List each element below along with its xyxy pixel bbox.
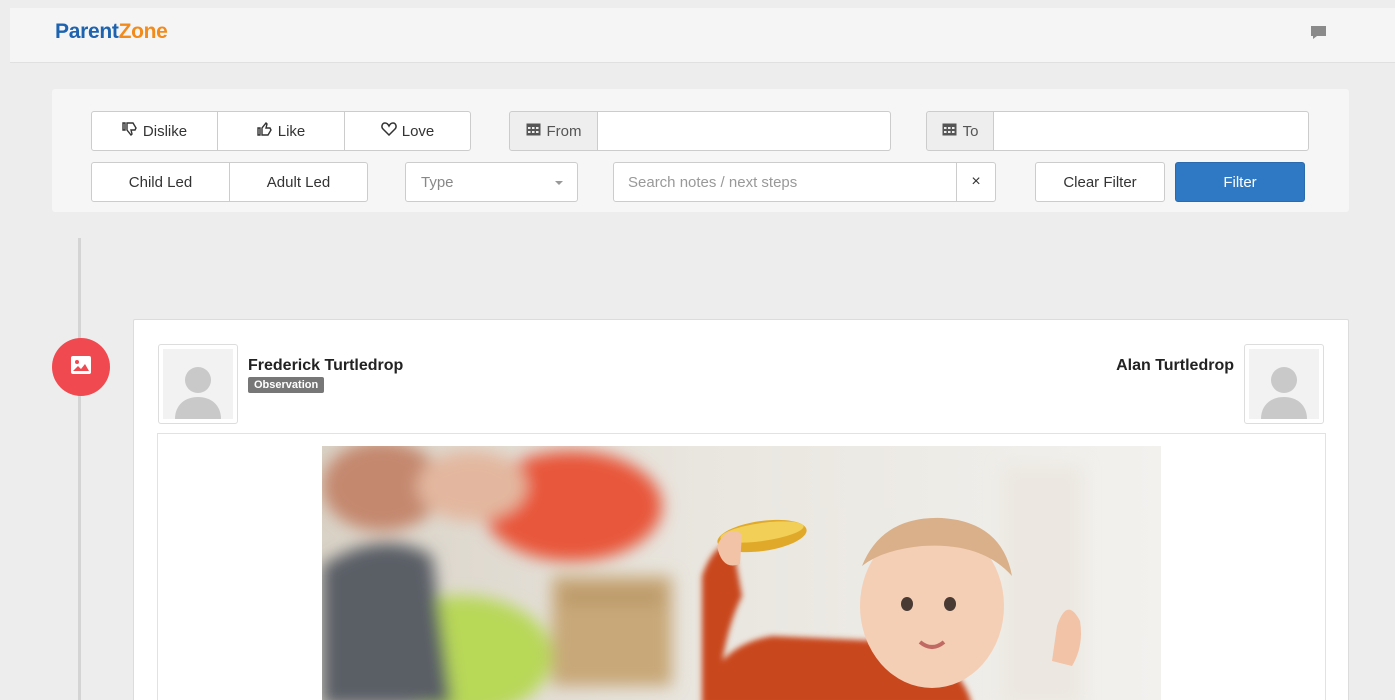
calendar-icon: [526, 122, 541, 140]
observation-badge: Observation: [248, 377, 325, 393]
child-name[interactable]: Frederick Turtledrop: [248, 357, 403, 375]
from-date-input[interactable]: [597, 111, 891, 151]
filter-label: Filter: [1223, 173, 1257, 191]
like-button[interactable]: Like: [217, 111, 345, 151]
chevron-down-icon: [555, 181, 563, 185]
staff-avatar: [1244, 344, 1324, 424]
top-bar: ParentZone: [10, 8, 1395, 63]
timeline-line: [78, 238, 81, 700]
child-led-button[interactable]: Child Led: [91, 162, 230, 202]
calendar-icon: [942, 122, 957, 140]
adult-led-label: Adult Led: [266, 173, 331, 191]
clear-search-button[interactable]: ×: [956, 162, 996, 202]
to-date-input[interactable]: [993, 111, 1309, 151]
brand-part-2: Zone: [118, 20, 168, 43]
adult-led-button[interactable]: Adult Led: [229, 162, 368, 202]
clear-filter-label: Clear Filter: [1063, 173, 1137, 191]
chat-bubble-icon[interactable]: [1310, 25, 1327, 40]
filter-button[interactable]: Filter: [1175, 162, 1305, 202]
brand-part-1: Parent: [55, 20, 119, 43]
brand-logo[interactable]: ParentZone: [55, 20, 168, 44]
child-led-label: Child Led: [128, 173, 193, 191]
close-icon: ×: [971, 173, 981, 190]
type-select[interactable]: Type: [405, 162, 578, 202]
to-date-addon: To: [926, 111, 994, 151]
dislike-label: Dislike: [142, 122, 188, 140]
image-icon: [70, 355, 92, 380]
thumbs-up-icon: [257, 121, 273, 140]
love-label: Love: [401, 122, 435, 140]
child-avatar[interactable]: [158, 344, 238, 424]
dislike-button[interactable]: Dislike: [91, 111, 218, 151]
observation-photo[interactable]: [322, 446, 1161, 700]
from-label: From: [546, 122, 582, 140]
timeline-entry-marker: [52, 338, 110, 396]
staff-name: Alan Turtledrop: [1116, 357, 1234, 374]
heart-icon: [380, 122, 397, 140]
photo-frame: [157, 433, 1326, 700]
love-button[interactable]: Love: [344, 111, 471, 151]
from-date-addon: From: [509, 111, 598, 151]
search-input[interactable]: Search notes / next steps: [613, 162, 957, 202]
thumbs-down-icon: [122, 122, 138, 140]
type-placeholder: Type: [421, 173, 454, 191]
observation-card[interactable]: Frederick Turtledrop Observation Alan Tu…: [133, 319, 1349, 700]
like-label: Like: [277, 122, 306, 140]
to-label: To: [962, 122, 979, 140]
clear-filter-button[interactable]: Clear Filter: [1035, 162, 1165, 202]
